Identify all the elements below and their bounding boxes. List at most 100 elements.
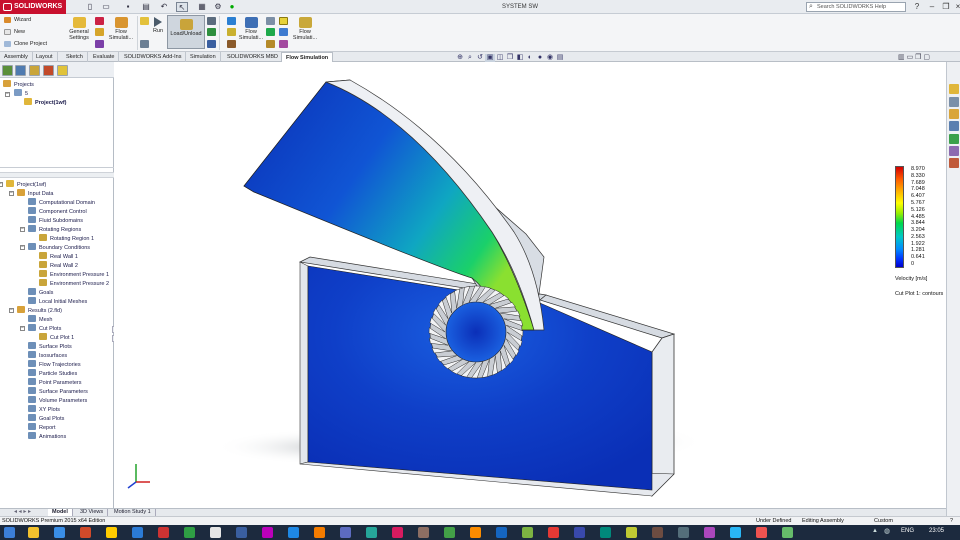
zoom-area-icon[interactable]: ⌕ <box>465 54 475 62</box>
flow-simulation-button-3[interactable]: Flow Simulati... <box>291 14 319 41</box>
help-icon[interactable]: ? <box>910 1 924 13</box>
view-palette-icon[interactable] <box>949 121 959 131</box>
tree-item[interactable]: Isosurfaces <box>28 351 67 360</box>
probe-icon[interactable] <box>207 40 216 48</box>
tree-item[interactable]: Local Initial Meshes <box>28 297 87 306</box>
taskbar-app-icon[interactable] <box>626 527 637 538</box>
tray-arrow-icon[interactable]: ▲ <box>872 528 878 534</box>
solidworks-logo[interactable]: SOLIDWORKS <box>0 0 66 14</box>
tree-item[interactable]: Input Data <box>17 189 53 198</box>
language-indicator[interactable]: ENG <box>901 528 914 534</box>
tab-addins[interactable]: SOLIDWORKS Add-Ins <box>120 52 187 62</box>
tab-3d-views[interactable]: 3D Views <box>76 509 109 516</box>
sketch-tool-icon[interactable] <box>95 17 104 25</box>
print-icon[interactable]: ▤ <box>140 2 152 12</box>
tools-icon[interactable] <box>95 40 104 48</box>
tree-item[interactable]: Volume Parameters <box>28 396 87 405</box>
start-button-icon[interactable] <box>4 527 15 538</box>
tab-sketch[interactable]: Sketch <box>62 52 88 62</box>
lightbulb-icon[interactable] <box>279 17 288 25</box>
tree-item[interactable]: Computational Domain <box>28 198 95 207</box>
tree-item[interactable]: Rotating Region 1 <box>39 234 94 243</box>
configuration-manager-tab-icon[interactable] <box>29 65 40 76</box>
taskbar-app-icon[interactable] <box>496 527 507 538</box>
display-style-icon[interactable]: ◧ <box>515 54 525 62</box>
flow-simulation-button-2[interactable]: Flow Simulati... <box>238 14 264 41</box>
surface-plot-icon[interactable] <box>227 28 236 36</box>
taskbar-app-icon[interactable] <box>730 527 741 538</box>
viewport-minimize-icon[interactable]: ▭ <box>907 54 916 61</box>
batch-run-icon[interactable] <box>140 17 149 25</box>
tree-item[interactable]: Boundary Conditions <box>28 243 90 252</box>
display-icon[interactable] <box>266 17 275 25</box>
tree-item[interactable]: Environment Pressure 1 <box>39 270 109 279</box>
taskbar-app-icon[interactable] <box>28 527 39 538</box>
taskbar-app-icon[interactable] <box>340 527 351 538</box>
tree-item[interactable]: Project(1wf) <box>6 180 46 189</box>
apply-scene-icon[interactable]: ◉ <box>545 54 555 62</box>
taskbar-app-icon[interactable] <box>444 527 455 538</box>
new-document-icon[interactable]: ▯ <box>84 2 96 12</box>
particle-icon[interactable] <box>266 40 275 48</box>
tree-item[interactable]: Report <box>28 423 56 432</box>
minimize-button[interactable]: – <box>925 1 939 13</box>
tree-item[interactable]: Cut Plots <box>28 324 61 333</box>
dimxpert-tab-icon[interactable] <box>43 65 54 76</box>
rebuild-icon[interactable]: ▦ <box>196 2 208 12</box>
taskbar-app-icon[interactable] <box>522 527 533 538</box>
flow-simulation-button-1[interactable]: Flow Simulati... <box>106 14 136 41</box>
plot-icon[interactable] <box>207 28 216 36</box>
tree-item[interactable]: Real Wall 1 <box>39 252 78 261</box>
select-pointer-icon[interactable]: ↖ <box>176 2 188 12</box>
file-explorer-icon[interactable] <box>949 109 959 119</box>
section-view-icon[interactable]: ▣ <box>485 54 495 62</box>
component-icon[interactable] <box>95 28 104 36</box>
tree-item[interactable]: Cut Plot 1 <box>39 333 74 342</box>
custom-properties-icon[interactable] <box>949 146 959 156</box>
collapse-icon[interactable]: − <box>9 191 14 196</box>
run-button[interactable]: Run <box>150 14 166 34</box>
tab-motion-study[interactable]: Motion Study 1 <box>110 509 156 516</box>
feature-manager-tab-icon[interactable] <box>2 65 13 76</box>
taskbar-app-icon[interactable] <box>314 527 325 538</box>
active-project[interactable]: Project(1wf) <box>24 98 66 107</box>
general-settings-button[interactable]: General Settings <box>66 14 92 41</box>
taskbar-app-icon[interactable] <box>782 527 793 538</box>
tree-item[interactable]: Rotating Regions <box>28 225 81 234</box>
options-gear-icon[interactable]: ⚙ <box>212 2 224 12</box>
tree-item[interactable]: Component Control <box>28 207 87 216</box>
tab-model[interactable]: Model <box>48 509 73 516</box>
design-library-icon[interactable] <box>949 97 959 107</box>
report-icon[interactable] <box>279 40 288 48</box>
results-icon[interactable] <box>207 17 216 25</box>
traffic-light-icon[interactable]: ● <box>226 2 238 12</box>
taskbar-app-icon[interactable] <box>574 527 585 538</box>
taskbar-app-icon[interactable] <box>756 527 767 538</box>
taskbar-app-icon[interactable] <box>132 527 143 538</box>
graphics-area[interactable]: Velocity [m/s] Cut Plot 1: contours 8.97… <box>114 62 946 508</box>
tab-layout[interactable]: Layout <box>32 52 58 62</box>
clock[interactable]: 23:05 <box>929 528 944 534</box>
tree-item[interactable]: Surface Plots <box>28 342 72 351</box>
taskbar-app-icon[interactable] <box>80 527 91 538</box>
tab-mbd[interactable]: SOLIDWORKS MBD <box>223 52 284 62</box>
taskbar-app-icon[interactable] <box>210 527 221 538</box>
view-settings-icon[interactable]: ▤ <box>555 54 565 62</box>
tab-simulation[interactable]: Simulation <box>186 52 221 62</box>
taskbar-app-icon[interactable] <box>678 527 689 538</box>
taskbar-app-icon[interactable] <box>600 527 611 538</box>
viewport-close-icon[interactable]: ▢ <box>923 54 930 61</box>
property-manager-tab-icon[interactable] <box>15 65 26 76</box>
flow-analysis-tab-icon[interactable] <box>57 65 68 76</box>
goal-icon[interactable] <box>279 28 288 36</box>
tree-item[interactable]: Goal Plots <box>28 414 64 423</box>
taskbar-app-icon[interactable] <box>106 527 117 538</box>
tree-item[interactable]: Point Parameters <box>28 378 82 387</box>
collapse-icon[interactable]: − <box>20 245 25 250</box>
trajectory-icon[interactable] <box>266 28 275 36</box>
resources-icon[interactable] <box>949 84 959 94</box>
hide-show-icon[interactable]: ◐ <box>525 54 535 62</box>
solver-monitor-icon[interactable] <box>140 40 149 48</box>
tab-scroll-arrows[interactable]: ◂ ◂ ▸ ▸ <box>14 509 31 516</box>
taskbar-app-icon[interactable] <box>236 527 247 538</box>
